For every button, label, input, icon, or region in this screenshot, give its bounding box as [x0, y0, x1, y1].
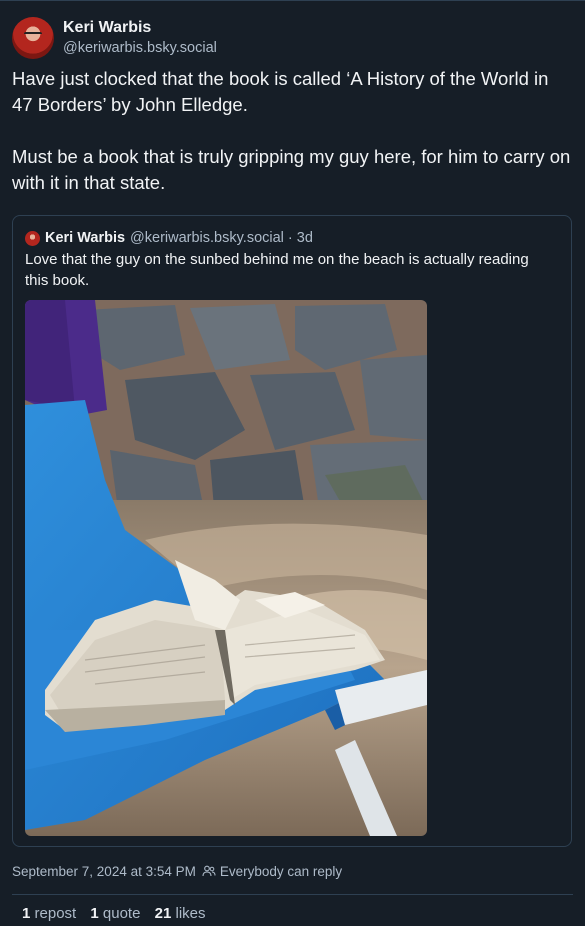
quotes-label: quote — [102, 905, 141, 922]
top-divider — [0, 0, 585, 1]
engagement-stats: 1 repost 1 quote 21 likes — [22, 905, 216, 922]
quoted-handle: @keriwarbis.bsky.social — [130, 230, 284, 246]
quoted-post-image[interactable] — [25, 300, 427, 836]
likes-count: 21 — [154, 905, 172, 922]
quoted-avatar — [25, 230, 40, 246]
post-text: Have just clocked that the book is calle… — [12, 66, 572, 222]
quoted-post-header: Keri Warbis @keriwarbis.bsky.social · 3d — [25, 228, 313, 248]
quoted-display-name: Keri Warbis — [45, 230, 126, 246]
quoted-separator: · — [287, 230, 293, 246]
post-author[interactable]: Keri Warbis @keriwarbis.bsky.social — [12, 16, 217, 60]
people-icon — [202, 865, 216, 877]
reposts-count: 1 — [22, 905, 31, 922]
author-display-name[interactable]: Keri Warbis — [63, 18, 217, 38]
post-metadata: September 7, 2024 at 3:54 PM Everybody c… — [12, 861, 342, 881]
reposts-stat[interactable]: 1 repost — [22, 905, 76, 922]
post-timestamp[interactable]: September 7, 2024 at 3:54 PM — [12, 864, 196, 879]
author-handle[interactable]: @keriwarbis.bsky.social — [63, 38, 217, 58]
post-paragraph: Have just clocked that the book is calle… — [12, 68, 549, 115]
quotes-stat[interactable]: 1 quote — [90, 905, 140, 922]
likes-stat[interactable]: 21 likes — [155, 905, 206, 922]
quoted-post-text: Love that the guy on the sunbed behind m… — [25, 251, 529, 289]
post-paragraph: Must be a book that is truly gripping my… — [12, 146, 571, 193]
reposts-label: repost — [34, 905, 77, 922]
quoted-post-card[interactable]: Keri Warbis @keriwarbis.bsky.social · 3d… — [12, 215, 572, 847]
avatar[interactable] — [12, 17, 54, 59]
stats-divider — [12, 894, 573, 895]
beach-book-photo — [25, 300, 427, 836]
quotes-count: 1 — [90, 905, 99, 922]
quoted-age: 3d — [296, 230, 313, 246]
likes-label: likes — [175, 905, 206, 922]
reply-setting: Everybody can reply — [219, 863, 343, 879]
